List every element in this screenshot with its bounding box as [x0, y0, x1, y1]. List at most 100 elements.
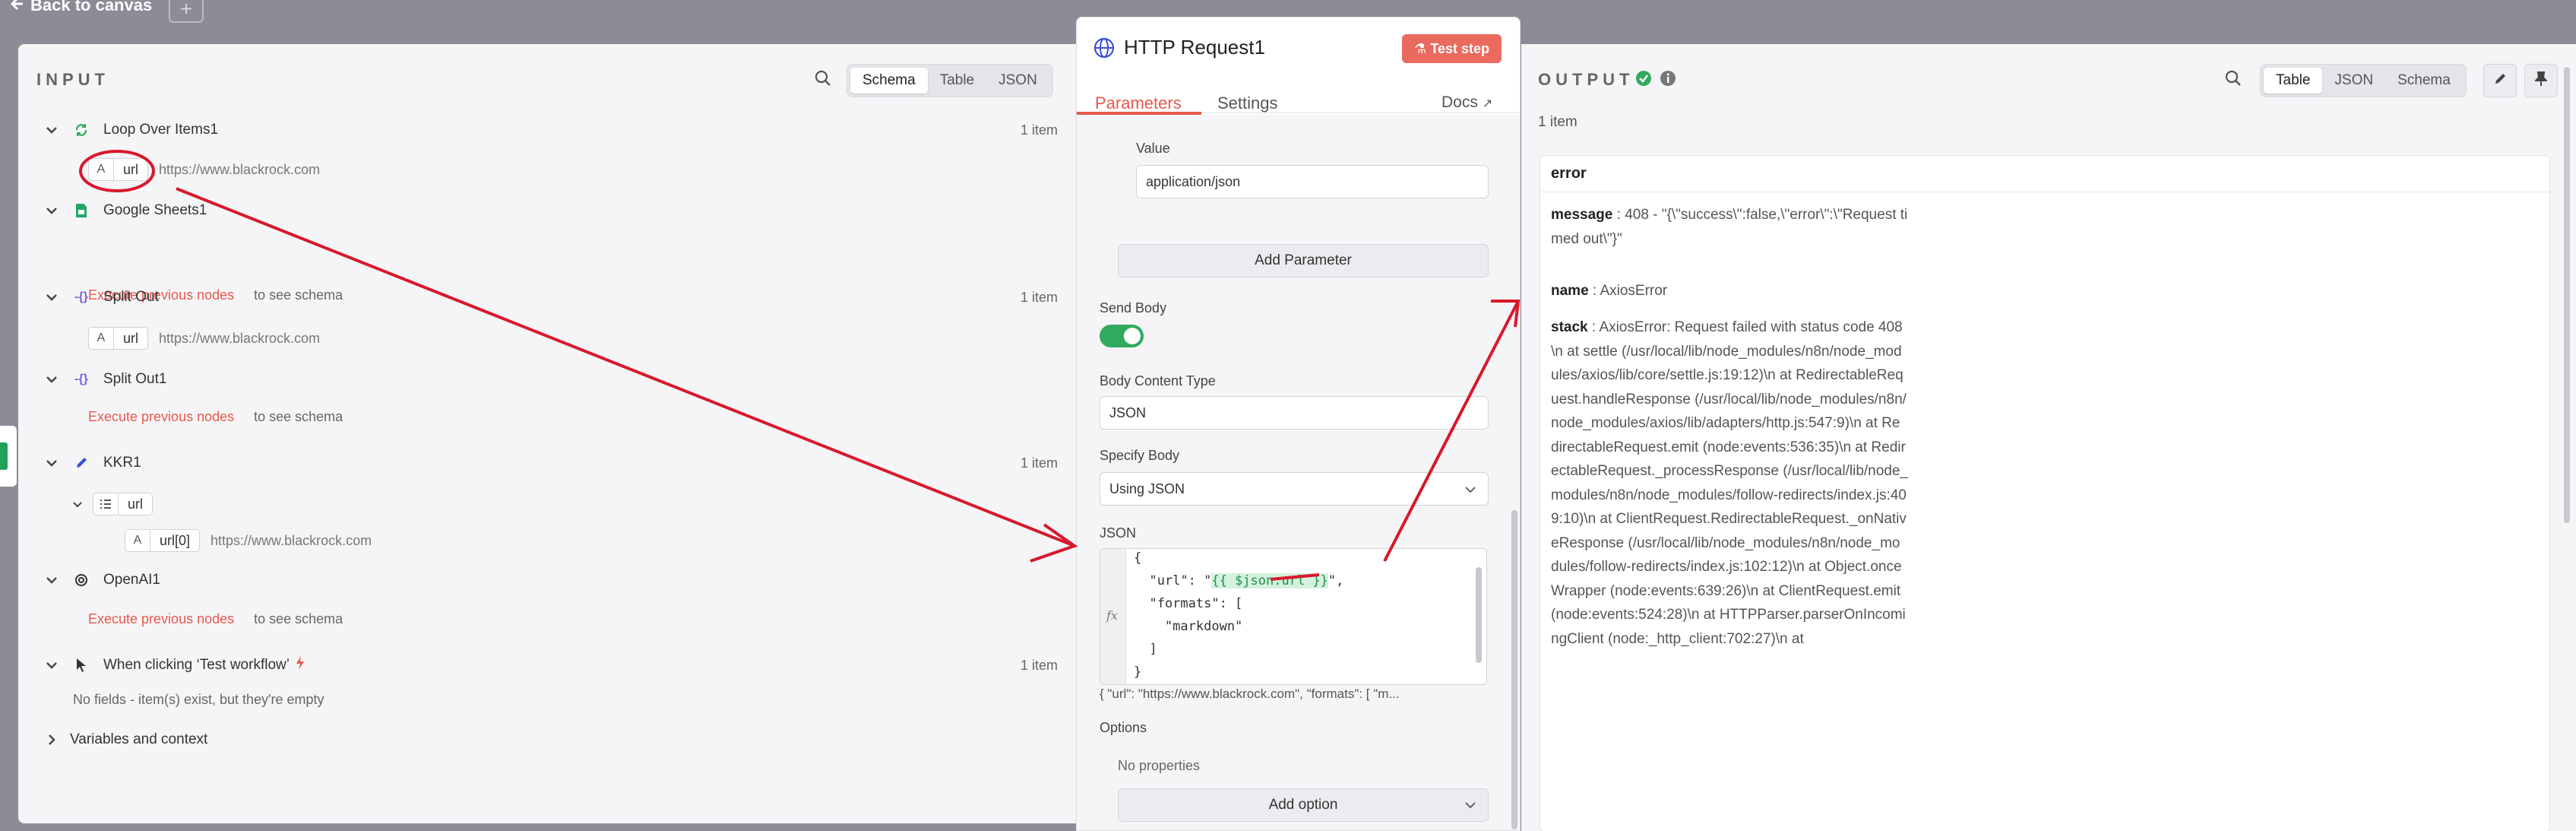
pencil-icon [71, 453, 91, 473]
panel-scrollbar[interactable] [1511, 510, 1517, 829]
schema-node-manual-trigger[interactable]: When clicking ‘Test workflow’ 1 item [44, 655, 1058, 675]
back-to-canvas-label: Back to canvas [30, 0, 153, 14]
pencil-icon [2493, 72, 2507, 90]
specify-body-select[interactable]: Using JSON [1100, 472, 1489, 506]
schema-node-loop-over-items[interactable]: Loop Over Items1 1 item [44, 120, 1058, 140]
selected-value: Using JSON [1109, 481, 1185, 496]
field-key: url[0] [150, 529, 201, 552]
search-icon [2225, 70, 2242, 90]
input-tab-schema[interactable]: Schema [850, 68, 928, 94]
code-line: ] [1134, 642, 1157, 657]
options-label: Options [1100, 720, 1147, 735]
node-name: When clicking ‘Test workflow’ [103, 657, 290, 673]
search-icon [815, 70, 831, 90]
header-value-input[interactable]: application/json [1136, 165, 1489, 198]
error-stack-entry: stack : AxiosError: Request failed with … [1551, 319, 1908, 647]
schema-node-split-out-row[interactable]: -{} Split Out 1 item [44, 287, 1058, 307]
output-view-toggle: Table JSON Schema [2260, 64, 2467, 97]
node-name: Split Out1 [103, 371, 167, 387]
execute-previous-hint: Execute previous nodes to see schema [88, 611, 343, 627]
node-name: Google Sheets1 [103, 202, 207, 218]
info-icon[interactable] [1660, 70, 1676, 90]
field-key: url [114, 158, 149, 181]
column-header-error: error [1540, 156, 2549, 192]
output-tab-schema[interactable]: Schema [2385, 68, 2463, 94]
chevron-down-icon [1465, 473, 1476, 505]
execute-previous-link[interactable]: Execute previous nodes [88, 611, 234, 627]
schema-node-openai1[interactable]: OpenAI1 [44, 570, 1058, 590]
chevron-down-icon [44, 290, 59, 305]
item-count: 1 item [1020, 122, 1058, 138]
cursor-icon [71, 655, 91, 675]
split-out-icon: -{} [74, 373, 88, 385]
input-search-button[interactable] [810, 67, 836, 93]
pin-icon [2533, 71, 2549, 90]
schema-node-google-sheets[interactable]: Google Sheets1 [44, 201, 1058, 220]
specify-body-label: Specify Body [1100, 448, 1180, 463]
pin-output-button[interactable] [2524, 64, 2558, 97]
body-content-type-label: Body Content Type [1100, 373, 1216, 389]
input-tab-json[interactable]: JSON [986, 68, 1049, 94]
google-sheets-icon [71, 201, 91, 220]
node-parameters-panel: HTTP Request1 ⚗ Test step Parameters Set… [1076, 17, 1521, 831]
tab-parameters[interactable]: Parameters [1095, 94, 1182, 113]
globe-icon [1093, 37, 1115, 62]
field-value: https://www.blackrock.com [159, 330, 321, 346]
item-count: 1 item [1020, 289, 1058, 305]
output-tab-json[interactable]: JSON [2322, 68, 2385, 94]
schema-node-split-out1[interactable]: -{} Split Out1 [44, 370, 1058, 389]
schema-field-url-array[interactable]: url [70, 493, 153, 515]
field-key: url [119, 493, 153, 515]
no-properties-text: No properties [1118, 758, 1201, 773]
key-name: name [1551, 283, 1589, 299]
item-count: 1 item [1020, 657, 1058, 673]
send-body-toggle[interactable] [1100, 325, 1144, 347]
variables-context-toggle[interactable]: Variables and context [44, 731, 207, 748]
docs-link[interactable]: Docs ↗ [1441, 94, 1492, 112]
output-tab-table[interactable]: Table [2264, 68, 2323, 94]
split-out-icon: -{} [74, 290, 88, 303]
test-step-button[interactable]: ⚗ Test step [1402, 34, 1502, 63]
output-search-button[interactable] [2220, 67, 2246, 93]
expression-token: {{ $json.url }} [1211, 573, 1328, 588]
chevron-down-icon [44, 658, 59, 673]
schema-field-url[interactable]: A url https://www.blackrock.com [88, 158, 320, 181]
output-table: error message : 408 - "{\"success\":fals… [1540, 155, 2550, 831]
canvas-node-peek [0, 426, 17, 487]
execute-previous-hint: Execute previous nodes to see schema [88, 409, 343, 425]
tab-settings[interactable]: Settings [1217, 94, 1278, 113]
add-parameter-button[interactable]: Add Parameter [1118, 244, 1489, 278]
docs-label: Docs [1441, 94, 1478, 111]
edit-output-button[interactable] [2483, 64, 2517, 97]
string-type-icon: A [125, 529, 150, 552]
editor-scrollbar[interactable] [1476, 567, 1482, 663]
string-type-icon: A [88, 327, 114, 350]
variables-label: Variables and context [70, 731, 208, 747]
chevron-down-icon [1465, 789, 1476, 821]
parameters-body: Value application/json Add Parameter Sen… [1077, 115, 1520, 830]
list-icon [93, 493, 119, 515]
schema-node-kkr1[interactable]: KKR1 1 item [44, 453, 1058, 473]
json-label: JSON [1100, 525, 1137, 541]
trigger-bolt-icon [296, 656, 305, 674]
schema-field-url0[interactable]: A url[0] https://www.blackrock.com [125, 529, 372, 552]
json-body-editor[interactable]: fx { "url": "{{ $json.url }}", "formats"… [1100, 548, 1487, 685]
body-content-type-select[interactable]: JSON [1100, 396, 1489, 430]
execute-previous-link[interactable]: Execute previous nodes [88, 409, 234, 425]
node-name: Split Out [103, 289, 159, 305]
output-scrollbar[interactable] [2564, 67, 2570, 523]
back-to-canvas-link[interactable]: Back to canvas [10, 0, 153, 15]
key-stack: stack [1551, 319, 1588, 335]
node-title[interactable]: HTTP Request1 [1124, 36, 1265, 59]
output-panel: OUTPUT 1 item Table JSON Schema error me… [1521, 44, 2576, 831]
chevron-right-icon [44, 732, 59, 747]
value-label: Value [1136, 141, 1170, 156]
arrow-left-icon [10, 0, 24, 15]
add-option-button[interactable]: Add option [1118, 788, 1489, 822]
input-tab-table[interactable]: Table [928, 68, 986, 94]
node-name: OpenAI1 [103, 572, 160, 588]
add-node-button[interactable]: + [169, 0, 204, 23]
loop-icon [71, 120, 91, 140]
schema-field-url[interactable]: A url https://www.blackrock.com [88, 327, 320, 350]
test-step-label: Test step [1430, 41, 1489, 56]
